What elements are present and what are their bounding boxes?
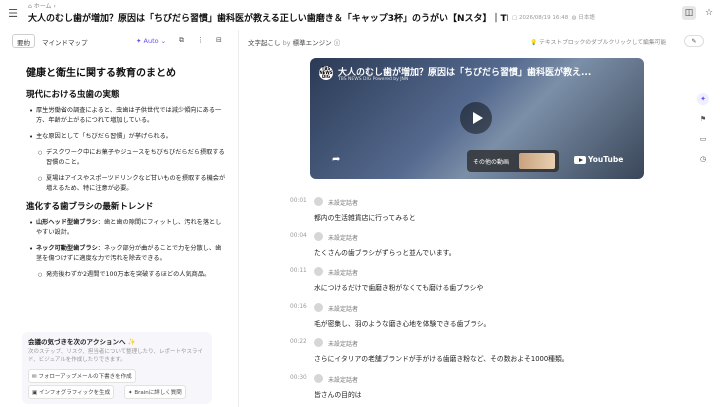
segment-time[interactable]: 00:01	[290, 198, 307, 204]
list-item: デスクワーク中にお菓子やジュースをちびちびだらだら摂取する習慣のこと。	[36, 148, 226, 168]
video-subtitle: TBS NEWS DIG Powered by JNN	[338, 77, 409, 82]
page-date: 2026/08/19 16:48	[518, 15, 569, 21]
segment-text[interactable]: 皆さんの目的は	[314, 389, 362, 399]
panel-collapse-icon[interactable]: ⊟	[216, 36, 222, 44]
speaker-avatar	[314, 197, 323, 206]
list-item: ネック可動型歯ブラシ：ネック部分が曲がることで力を分散し、歯茎を傷つけずに適度な…	[26, 244, 226, 264]
infographic-button[interactable]: ▣ インフォグラフィックを生成	[28, 385, 115, 399]
share-icon[interactable]: ➦	[332, 154, 340, 165]
item-keyword: ネック可動型歯ブラシ	[36, 245, 98, 252]
segment-text[interactable]: 水につけるだけで歯磨き粉がなくても磨ける歯ブラシや	[314, 282, 483, 292]
segment-speaker[interactable]: 未設定話者	[328, 339, 358, 348]
lightbulb-icon: 💡	[530, 40, 538, 46]
youtube-logo[interactable]: YouTube	[574, 155, 623, 164]
youtube-label: YouTube	[588, 155, 624, 164]
page-meta: ▢ 2026/08/19 16:48 ◍ 日本語	[512, 13, 595, 21]
transcript-header: 文字起こし by 標準エンジン ⓘ	[248, 37, 340, 47]
edit-icon[interactable]: ✎	[684, 35, 704, 47]
edit-hint: 💡 テキストブロックのダブルクリックして編集可能	[530, 37, 666, 46]
page-language: 日本語	[578, 15, 595, 21]
speaker-avatar	[314, 338, 323, 347]
next-action-card: 会議の気づきを次のアクションへ ✨ 次のステップ、リスク、担当者について整理した…	[22, 332, 212, 404]
ai-assistant-icon[interactable]: ✦	[697, 93, 709, 105]
channel-logo[interactable]: TBS NEWS DIG	[319, 66, 333, 80]
breadcrumb[interactable]: ⌂ ホーム ›	[28, 1, 56, 10]
segment-speaker[interactable]: 未設定話者	[328, 198, 358, 207]
segment-speaker[interactable]: 未設定話者	[328, 304, 358, 313]
by-label: by	[282, 39, 291, 47]
top-header: ☰ ⌂ ホーム › 大人のむし歯が増加？原因は「ちびだら習慣」歯科医が教える正し…	[0, 0, 720, 26]
speaker-avatar	[314, 232, 323, 241]
item-keyword: 山形ヘッド型歯ブラシ	[36, 219, 98, 226]
section-list: 山形ヘッド型歯ブラシ：歯と歯の隙間にフィットし、汚れを落としやすい設計。 ネック…	[26, 218, 226, 280]
page-title: 大人のむし歯が増加？原因は「ちびだら習慣」歯科医が教える正しい歯磨き＆「キャップ…	[28, 14, 508, 24]
engine-selector[interactable]: 標準エンジン ⓘ	[293, 39, 341, 47]
list-item: 厚生労働省の調査によると、虫歯は子供世代では減少傾向にある一方、年齢が上がるにつ…	[26, 106, 226, 126]
engine-label: 標準エンジン	[292, 39, 332, 47]
list-item: 発売後わずか2週間で100万本を突破するほどの人気商品。	[36, 270, 226, 280]
segment-speaker[interactable]: 未設定話者	[328, 233, 358, 242]
history-icon[interactable]: ◷	[697, 153, 709, 165]
bookmark-icon[interactable]: ⚑	[697, 113, 709, 125]
segment-time[interactable]: 00:16	[290, 304, 307, 310]
section-list: 厚生労働省の調査によると、虫歯は子供世代では減少傾向にある一方、年齢が上がるにつ…	[26, 106, 226, 194]
chip-label: インフォグラフィックを生成	[38, 390, 111, 396]
list-item: 主な原因として「ちびだら習慣」が挙げられる。	[26, 132, 226, 142]
info-icon: ⓘ	[333, 39, 341, 47]
list-item: 夏場はアイスやスポーツドリンクなど甘いものを摂取する機会が増えるため、特に注意が…	[36, 174, 226, 194]
comment-icon[interactable]: ▭	[697, 133, 709, 145]
sparkle-icon: ✦	[136, 37, 144, 45]
segment-speaker[interactable]: 未設定話者	[328, 375, 358, 384]
image-icon: ▣	[32, 390, 39, 396]
more-icon[interactable]: ⋮	[197, 36, 204, 44]
next-action-title: 会議の気づきを次のアクションへ ✨	[28, 338, 136, 346]
next-action-desc: 次のステップ、リスク、担当者について整理したり、レポートやスライド、ビジュアルを…	[28, 349, 203, 363]
more-videos-label: その他の動画	[473, 158, 510, 166]
play-icon[interactable]	[460, 102, 492, 134]
segment-time[interactable]: 00:11	[290, 268, 307, 274]
ask-brain-button[interactable]: ✦ Brainに詳しく質問	[124, 385, 186, 399]
segment-time[interactable]: 00:04	[290, 233, 307, 239]
segment-text[interactable]: 都内の生活雑貨店に行ってみると	[314, 212, 416, 222]
edit-hint-text: テキストブロックのダブルクリックして編集可能	[539, 40, 667, 46]
speaker-avatar	[314, 267, 323, 276]
draft-email-button[interactable]: ✉ フォローアップメールの下書きを作成	[28, 369, 136, 383]
speaker-avatar	[314, 303, 323, 312]
segment-time[interactable]: 00:30	[290, 375, 307, 381]
tab-summary[interactable]: 要約	[12, 34, 35, 48]
section-heading: 現代における虫歯の実態	[26, 90, 120, 100]
chip-label: フォローアップメールの下書きを作成	[38, 374, 132, 380]
tab-mindmap[interactable]: マインドマップ	[37, 34, 93, 48]
segment-text[interactable]: さらにイタリアの老舗ブランドが手がける歯磨き粉など、その数およそ1000種類。	[314, 353, 569, 363]
segment-speaker[interactable]: 未設定話者	[328, 268, 358, 277]
chip-label: Brainに詳しく質問	[134, 390, 182, 396]
summary-tabs: 要約 マインドマップ	[12, 34, 93, 48]
transcript-label: 文字起こし	[248, 39, 281, 47]
copy-icon[interactable]: ⧉	[179, 36, 184, 45]
video-player[interactable]: TBS NEWS DIG 大人のむし歯が増加？原因は「ちびだら習慣」歯科医が教え..…	[310, 58, 644, 179]
section-heading: 進化する歯ブラシの最新トレンド	[26, 202, 154, 212]
segment-text[interactable]: たくさんの歯ブラシがずらっと並んでいます。	[314, 247, 456, 257]
panel-divider[interactable]	[238, 30, 239, 407]
youtube-icon	[574, 155, 586, 164]
more-videos-button[interactable]: その他の動画	[467, 150, 559, 172]
star-icon[interactable]: ☆	[702, 6, 716, 20]
auto-label: Auto	[143, 37, 159, 45]
video-thumbnail	[519, 153, 555, 169]
segment-time[interactable]: 00:22	[290, 339, 307, 345]
list-item: 山形ヘッド型歯ブラシ：歯と歯の隙間にフィットし、汚れを落としやすい設計。	[26, 218, 226, 238]
sidebar-toggle-icon[interactable]: ◫	[682, 6, 696, 20]
calendar-icon: ▢	[512, 15, 519, 21]
summary-outline: 健康と衛生に関する教育のまとめ 現代における虫歯の実態 厚生労働省の調査によると…	[26, 64, 226, 286]
menu-icon[interactable]: ☰	[5, 5, 21, 21]
summary-title: 健康と衛生に関する教育のまとめ	[26, 68, 176, 79]
speaker-avatar	[314, 374, 323, 383]
breadcrumb-home[interactable]: ホーム	[34, 3, 52, 10]
auto-mode-button[interactable]: ✦ Auto ⌄	[136, 37, 166, 45]
summary-panel: 要約 マインドマップ ✦ Auto ⌄ ⧉ ⋮ ⊟ 健康と衛生に関する教育のまと…	[12, 34, 237, 407]
segment-text[interactable]: 毛が密集し、羽のような磨き心地を体験できる歯ブラシ。	[314, 318, 490, 328]
